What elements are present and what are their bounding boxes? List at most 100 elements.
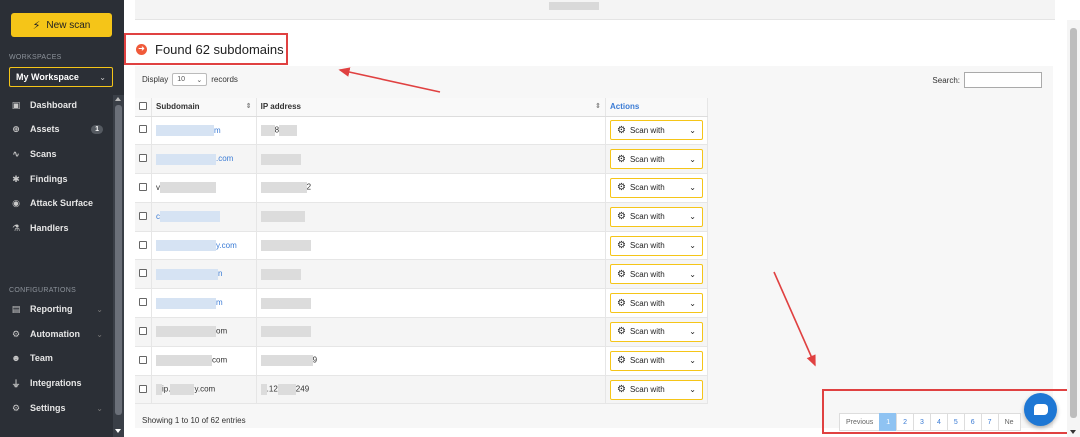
row-checkbox[interactable] bbox=[139, 298, 147, 307]
row-select-cell bbox=[135, 144, 152, 175]
sidebar-item-dashboard[interactable]: ▣ Dashboard bbox=[9, 96, 113, 114]
sidebar-item-automation[interactable]: ⚙ Automation ⌄ bbox=[9, 325, 113, 343]
row-checkbox[interactable] bbox=[139, 211, 147, 220]
subdomain-text: v bbox=[156, 183, 160, 193]
row-checkbox[interactable] bbox=[139, 384, 147, 393]
scan-with-label: Scan with bbox=[629, 385, 665, 395]
gear-icon: ⚙ bbox=[616, 268, 626, 280]
pagination-page-4[interactable]: 4 bbox=[929, 413, 948, 431]
scroll-up-icon[interactable] bbox=[115, 97, 121, 101]
row-checkbox[interactable] bbox=[139, 154, 147, 163]
findings-icon: ✱ bbox=[12, 173, 20, 184]
subdomain-column-header[interactable]: Subdomain ⇕ bbox=[151, 98, 257, 117]
scan-with-button[interactable]: ⚙ Scan with ⌄ bbox=[609, 379, 703, 400]
ip-value: 2 bbox=[306, 183, 312, 193]
workspace-selected: My Workspace bbox=[16, 72, 79, 82]
pagination-page-7[interactable]: 7 bbox=[980, 413, 999, 431]
main-content: ➜ Found 62 subdomains Display 10 ⌄ recor… bbox=[124, 0, 1080, 437]
actions-column-header: Actions bbox=[605, 98, 709, 117]
row-checkbox[interactable] bbox=[139, 182, 147, 191]
scan-with-button[interactable]: ⚙ Scan with ⌄ bbox=[609, 177, 703, 198]
subdomain-cell: com bbox=[151, 346, 257, 376]
ip-column-header[interactable]: IP address ⇕ bbox=[256, 98, 606, 117]
subdomain-link[interactable]: m bbox=[216, 298, 223, 307]
subdomain-text: ip. bbox=[162, 384, 171, 394]
row-checkbox[interactable] bbox=[139, 269, 147, 278]
actions-cell: ⚙ Scan with ⌄ bbox=[605, 317, 709, 347]
sidebar-item-integrations[interactable]: ⏚ Integrations bbox=[9, 374, 113, 392]
chevron-down-icon: ⌄ bbox=[96, 329, 103, 339]
sidebar-item-handlers[interactable]: ⚗ Handlers bbox=[9, 219, 113, 237]
main-scrollbar-thumb[interactable] bbox=[1070, 28, 1077, 418]
scan-with-button[interactable]: ⚙ Scan with ⌄ bbox=[609, 321, 703, 342]
search-input[interactable] bbox=[964, 72, 1042, 88]
sidebar-item-label: Reporting bbox=[30, 304, 73, 314]
pagination-page-2[interactable]: 2 bbox=[896, 413, 915, 431]
subdomain-text: y.com bbox=[194, 384, 216, 394]
scan-with-button[interactable]: ⚙ Scan with ⌄ bbox=[609, 350, 703, 371]
gear-icon: ⚙ bbox=[616, 326, 626, 338]
chevron-down-icon: ⌄ bbox=[99, 72, 106, 82]
sidebar-item-settings[interactable]: ⚙ Settings ⌄ bbox=[9, 399, 113, 417]
records-per-page-select[interactable]: 10 ⌄ bbox=[172, 73, 208, 86]
gear-icon: ⚙ bbox=[616, 124, 626, 136]
new-scan-button[interactable]: ⚡ New scan bbox=[11, 13, 112, 37]
redacted-text bbox=[156, 153, 216, 165]
subdomain-link[interactable]: c bbox=[156, 212, 160, 221]
select-all-checkbox[interactable] bbox=[139, 101, 147, 110]
search-control: Search: bbox=[932, 72, 1042, 88]
row-checkbox[interactable] bbox=[139, 326, 147, 335]
sidebar-item-reporting[interactable]: ▤ Reporting ⌄ bbox=[9, 300, 113, 318]
ip-cell bbox=[256, 144, 606, 175]
sidebar-item-label: Integrations bbox=[30, 378, 82, 388]
pagination-next[interactable]: Ne bbox=[997, 413, 1021, 431]
subdomain-text: om bbox=[216, 327, 228, 337]
row-select-cell bbox=[135, 317, 152, 347]
workspace-select[interactable]: My Workspace ⌄ bbox=[9, 67, 113, 87]
ip-cell bbox=[256, 202, 606, 232]
pagination-page-5[interactable]: 5 bbox=[946, 413, 965, 431]
records-label: records bbox=[211, 75, 238, 84]
main-scrollbar[interactable] bbox=[1067, 20, 1080, 437]
scroll-down-icon[interactable] bbox=[115, 429, 121, 433]
scan-with-button[interactable]: ⚙ Scan with ⌄ bbox=[609, 264, 703, 285]
pagination-page-6[interactable]: 6 bbox=[963, 413, 982, 431]
sidebar-item-attack-surface[interactable]: ◉ Attack Surface bbox=[9, 194, 113, 212]
scroll-down-icon[interactable] bbox=[1070, 430, 1076, 434]
ip-cell: .12 249 bbox=[256, 375, 606, 405]
sidebar-scrollbar[interactable] bbox=[113, 95, 124, 437]
table-row: m ⚙ Scan with ⌄ bbox=[135, 288, 709, 319]
chevron-down-icon: ⌄ bbox=[689, 356, 696, 366]
row-checkbox[interactable] bbox=[139, 240, 147, 249]
pagination-page-3[interactable]: 3 bbox=[913, 413, 931, 431]
scan-with-button[interactable]: ⚙ Scan with ⌄ bbox=[609, 293, 703, 314]
table-row: .com ⚙ Scan with ⌄ bbox=[135, 144, 709, 175]
scan-with-label: Scan with bbox=[629, 241, 665, 251]
scan-with-button[interactable]: ⚙ Scan with ⌄ bbox=[609, 235, 703, 256]
gear-icon: ⚙ bbox=[616, 153, 626, 165]
row-checkbox[interactable] bbox=[139, 355, 147, 364]
chat-widget-button[interactable] bbox=[1024, 393, 1057, 426]
scan-with-button[interactable]: ⚙ Scan with ⌄ bbox=[609, 120, 703, 141]
reporting-icon: ▤ bbox=[11, 303, 21, 314]
sidebar-item-scans[interactable]: ∿ Scans bbox=[9, 145, 113, 163]
row-select-cell bbox=[135, 346, 152, 376]
scan-with-button[interactable]: ⚙ Scan with ⌄ bbox=[609, 149, 703, 170]
scan-with-button[interactable]: ⚙ Scan with ⌄ bbox=[609, 206, 703, 227]
subdomain-link[interactable]: m bbox=[214, 126, 221, 135]
subdomain-text: com bbox=[212, 355, 228, 365]
pagination-previous[interactable]: Previous bbox=[839, 413, 881, 431]
subdomain-link[interactable]: y.com bbox=[216, 241, 237, 250]
redacted-text bbox=[156, 355, 212, 367]
row-checkbox[interactable] bbox=[139, 125, 147, 134]
subdomain-cell: v bbox=[151, 173, 257, 203]
attack-surface-icon: ◉ bbox=[12, 197, 20, 208]
redacted-text bbox=[260, 297, 311, 309]
pagination-page-1[interactable]: 1 bbox=[879, 413, 898, 431]
sidebar-item-assets[interactable]: ⊕ Assets 1 bbox=[9, 120, 113, 138]
sidebar-scrollbar-thumb[interactable] bbox=[115, 105, 122, 415]
subdomain-link[interactable]: n bbox=[218, 269, 222, 278]
sidebar-item-findings[interactable]: ✱ Findings bbox=[9, 170, 113, 188]
sidebar-item-team[interactable]: ☻ Team bbox=[9, 349, 113, 367]
subdomain-link[interactable]: .com bbox=[216, 154, 233, 163]
